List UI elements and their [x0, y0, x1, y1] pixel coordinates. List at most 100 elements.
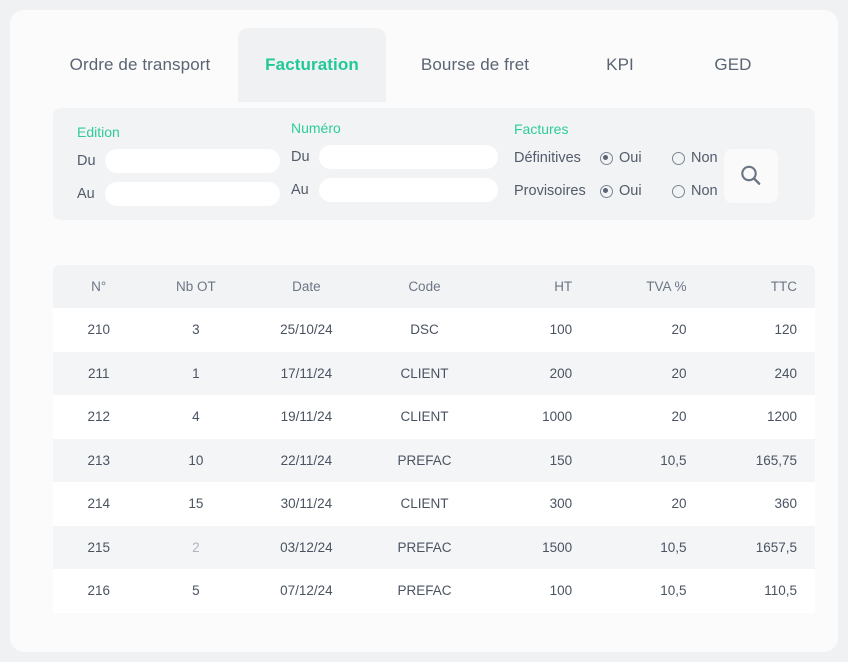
search-button[interactable] — [724, 149, 778, 203]
table-row[interactable]: 214 15 30/11/24 CLIENT 300 20 360 — [53, 482, 815, 526]
radio-option-label: Oui — [619, 183, 642, 199]
provisoires-row: Provisoires Oui Non — [514, 179, 730, 203]
radio-indicator-icon — [600, 185, 613, 198]
cell-nb-ot: 3 — [144, 308, 247, 352]
edition-to-label: Au — [77, 186, 105, 202]
edition-from-input[interactable] — [105, 149, 280, 173]
tab-label: GED — [714, 55, 751, 75]
definitives-radio-oui[interactable]: Oui — [600, 150, 660, 166]
cell-ttc: 110,5 — [704, 569, 815, 613]
radio-option-label: Non — [691, 150, 718, 166]
cell-ht: 1500 — [484, 526, 591, 570]
numero-title: Numéro — [291, 120, 498, 136]
tab-ged[interactable]: GED — [676, 28, 790, 102]
cell-nb-ot: 15 — [144, 482, 247, 526]
column-header-code: Code — [365, 265, 483, 308]
column-header-tva: TVA % — [590, 265, 704, 308]
cell-num: 215 — [53, 526, 144, 570]
cell-ttc: 360 — [704, 482, 815, 526]
tab-ordre-de-transport[interactable]: Ordre de transport — [42, 28, 238, 102]
filter-panel: Edition Du Au Numéro Du Au Factu — [53, 108, 815, 220]
cell-code: DSC — [365, 308, 483, 352]
tab-facturation[interactable]: Facturation — [238, 28, 386, 102]
definitives-radio-non[interactable]: Non — [672, 150, 718, 166]
provisoires-radio-oui[interactable]: Oui — [600, 183, 660, 199]
cell-nb-ot: 10 — [144, 439, 247, 483]
cell-date: 25/10/24 — [247, 308, 365, 352]
edition-from-row: Du — [77, 149, 280, 173]
radio-indicator-icon — [672, 152, 685, 165]
column-header-num: N° — [53, 265, 144, 308]
table-header-row: N° Nb OT Date Code HT TVA % TTC — [53, 265, 815, 308]
table-row[interactable]: 212 4 19/11/24 CLIENT 1000 20 1200 — [53, 395, 815, 439]
radio-option-label: Oui — [619, 150, 642, 166]
cell-tva: 10,5 — [590, 569, 704, 613]
filter-group-factures: Factures Définitives Oui Non Provisoires… — [514, 121, 730, 212]
tab-label: Ordre de transport — [70, 55, 211, 75]
column-header-ht: HT — [484, 265, 591, 308]
numero-to-label: Au — [291, 182, 319, 198]
cell-date: 30/11/24 — [247, 482, 365, 526]
cell-tva: 10,5 — [590, 526, 704, 570]
numero-from-input[interactable] — [319, 145, 498, 169]
cell-ht: 100 — [484, 569, 591, 613]
table-row[interactable]: 211 1 17/11/24 CLIENT 200 20 240 — [53, 352, 815, 396]
cell-ttc: 240 — [704, 352, 815, 396]
numero-from-label: Du — [291, 149, 319, 165]
tab-bar: Ordre de transport Facturation Bourse de… — [42, 28, 806, 102]
cell-ttc: 120 — [704, 308, 815, 352]
cell-ht: 1000 — [484, 395, 591, 439]
table-body: 210 3 25/10/24 DSC 100 20 120 211 1 17/1… — [53, 308, 815, 613]
table-row[interactable]: 210 3 25/10/24 DSC 100 20 120 — [53, 308, 815, 352]
table-row[interactable]: 215 2 03/12/24 PREFAC 1500 10,5 1657,5 — [53, 526, 815, 570]
cell-ttc: 165,75 — [704, 439, 815, 483]
app-card: Ordre de transport Facturation Bourse de… — [10, 10, 838, 652]
cell-nb-ot: 1 — [144, 352, 247, 396]
cell-num: 212 — [53, 395, 144, 439]
provisoires-label: Provisoires — [514, 183, 600, 199]
column-header-date: Date — [247, 265, 365, 308]
cell-ttc: 1200 — [704, 395, 815, 439]
numero-from-row: Du — [291, 145, 498, 169]
provisoires-radio-non[interactable]: Non — [672, 183, 718, 199]
cell-nb-ot: 5 — [144, 569, 247, 613]
edition-to-row: Au — [77, 182, 280, 206]
radio-indicator-icon — [600, 152, 613, 165]
cell-date: 07/12/24 — [247, 569, 365, 613]
edition-to-input[interactable] — [105, 182, 280, 206]
cell-tva: 10,5 — [590, 439, 704, 483]
cell-code: PREFAC — [365, 439, 483, 483]
cell-num: 211 — [53, 352, 144, 396]
tab-label: Bourse de fret — [421, 55, 529, 75]
cell-tva: 20 — [590, 352, 704, 396]
cell-tva: 20 — [590, 395, 704, 439]
numero-to-row: Au — [291, 178, 498, 202]
factures-title: Factures — [514, 121, 730, 137]
filter-group-numero: Numéro Du Au — [291, 120, 498, 211]
search-icon — [738, 163, 764, 189]
cell-num: 216 — [53, 569, 144, 613]
numero-to-input[interactable] — [319, 178, 498, 202]
cell-code: CLIENT — [365, 352, 483, 396]
radio-option-label: Non — [691, 183, 718, 199]
cell-code: PREFAC — [365, 526, 483, 570]
cell-ttc: 1657,5 — [704, 526, 815, 570]
cell-num: 210 — [53, 308, 144, 352]
cell-date: 17/11/24 — [247, 352, 365, 396]
table-row[interactable]: 213 10 22/11/24 PREFAC 150 10,5 165,75 — [53, 439, 815, 483]
table-row[interactable]: 216 5 07/12/24 PREFAC 100 10,5 110,5 — [53, 569, 815, 613]
tab-bourse-de-fret[interactable]: Bourse de fret — [386, 28, 564, 102]
tab-label: KPI — [606, 55, 634, 75]
column-header-ttc: TTC — [704, 265, 815, 308]
tab-kpi[interactable]: KPI — [564, 28, 676, 102]
cell-date: 22/11/24 — [247, 439, 365, 483]
cell-ht: 200 — [484, 352, 591, 396]
radio-indicator-icon — [672, 185, 685, 198]
cell-code: CLIENT — [365, 482, 483, 526]
cell-date: 03/12/24 — [247, 526, 365, 570]
cell-code: CLIENT — [365, 395, 483, 439]
cell-num: 213 — [53, 439, 144, 483]
cell-nb-ot: 4 — [144, 395, 247, 439]
cell-ht: 150 — [484, 439, 591, 483]
definitives-label: Définitives — [514, 150, 600, 166]
